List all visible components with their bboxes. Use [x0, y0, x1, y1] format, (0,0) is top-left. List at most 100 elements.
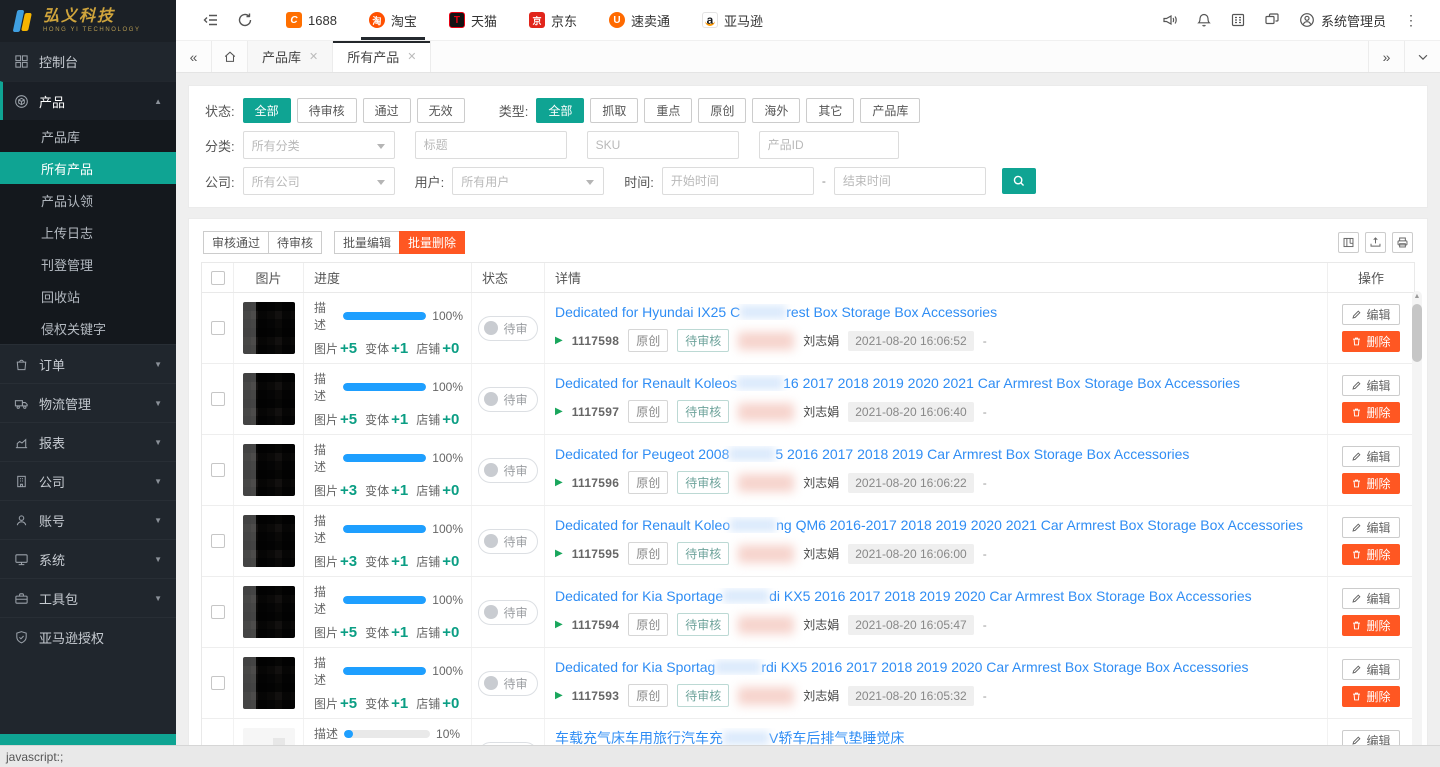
notification-bell-icon[interactable]: [1187, 0, 1221, 40]
type-filter-option[interactable]: 产品库: [860, 98, 920, 123]
expand-row-icon[interactable]: ▶: [555, 619, 563, 630]
product-title-link[interactable]: Dedicated for Kia Sportagedi KX5 2016 20…: [555, 588, 1317, 604]
delete-button[interactable]: 删除: [1342, 686, 1399, 707]
sidebar-subitem[interactable]: 产品库: [0, 120, 176, 152]
type-filter-option[interactable]: 抓取: [590, 98, 638, 123]
sidebar-subitem[interactable]: 所有产品: [0, 152, 176, 184]
status-filter-option[interactable]: 通过: [363, 98, 411, 123]
status-filter-option[interactable]: 待审核: [297, 98, 357, 123]
delete-button[interactable]: 删除: [1342, 402, 1399, 423]
category-select[interactable]: 所有分类: [243, 131, 395, 159]
start-time-input[interactable]: [662, 167, 814, 195]
edit-button[interactable]: 编辑: [1342, 446, 1399, 467]
edit-button[interactable]: 编辑: [1342, 304, 1399, 325]
type-filter-option[interactable]: 原创: [698, 98, 746, 123]
set-pending-button[interactable]: 待审核: [268, 231, 322, 254]
product-title-link[interactable]: Dedicated for Hyundai IX25 Crest Box Sto…: [555, 304, 1317, 320]
apps-grid-icon[interactable]: [1221, 0, 1255, 40]
expand-tabs-icon[interactable]: »: [1368, 41, 1404, 72]
table-scrollbar[interactable]: ▲: [1412, 291, 1422, 745]
edit-button[interactable]: 编辑: [1342, 375, 1399, 396]
print-icon[interactable]: [1392, 232, 1413, 253]
delete-button[interactable]: 删除: [1342, 615, 1399, 636]
end-time-input[interactable]: [834, 167, 986, 195]
product-image[interactable]: [243, 657, 295, 709]
sidebar-item-account[interactable]: 账号▼: [0, 500, 176, 539]
product-title-link[interactable]: Dedicated for Renault Koleos16 2017 2018…: [555, 375, 1317, 391]
edit-button[interactable]: 编辑: [1342, 659, 1399, 680]
sidebar-item-toolbox[interactable]: 工具包▼: [0, 578, 176, 617]
close-icon[interactable]: ✕: [407, 50, 416, 63]
user-menu[interactable]: 系统管理员: [1289, 11, 1396, 30]
sidebar-item-company[interactable]: 公司▼: [0, 461, 176, 500]
search-button[interactable]: [1002, 168, 1036, 194]
approve-button[interactable]: 审核通过: [203, 231, 269, 254]
sidebar-item-product[interactable]: 产品▲: [0, 81, 176, 120]
row-checkbox[interactable]: [211, 676, 225, 690]
row-checkbox[interactable]: [211, 534, 225, 548]
expand-row-icon[interactable]: ▶: [555, 406, 563, 417]
marketplace-tab-aliexpress[interactable]: U速卖通: [593, 0, 686, 40]
sidebar-item-order[interactable]: 订单▼: [0, 344, 176, 383]
expand-row-icon[interactable]: ▶: [555, 477, 563, 488]
sidebar-item-system[interactable]: 系统▼: [0, 539, 176, 578]
user-select[interactable]: 所有用户: [452, 167, 604, 195]
product-image[interactable]: [243, 373, 295, 425]
marketplace-tab-jd[interactable]: 京京东: [513, 0, 593, 40]
announcement-icon[interactable]: [1153, 0, 1187, 40]
product-image[interactable]: [243, 586, 295, 638]
marketplace-tab-tmall[interactable]: T天猫: [433, 0, 513, 40]
title-input[interactable]: [415, 131, 567, 159]
sidebar-subitem[interactable]: 产品认领: [0, 184, 176, 216]
status-filter-option[interactable]: 无效: [417, 98, 465, 123]
export-icon[interactable]: [1365, 232, 1386, 253]
close-icon[interactable]: ✕: [309, 50, 318, 63]
sidebar-subitem[interactable]: 侵权关键字: [0, 312, 176, 344]
expand-row-icon[interactable]: ▶: [555, 548, 563, 559]
collapse-tabs-icon[interactable]: «: [176, 41, 212, 72]
expand-row-icon[interactable]: ▶: [555, 335, 563, 346]
row-checkbox[interactable]: [211, 321, 225, 335]
multi-window-icon[interactable]: [1255, 0, 1289, 40]
type-filter-option[interactable]: 重点: [644, 98, 692, 123]
delete-button[interactable]: 删除: [1342, 544, 1399, 565]
row-checkbox[interactable]: [211, 392, 225, 406]
type-filter-option[interactable]: 其它: [806, 98, 854, 123]
edit-button[interactable]: 编辑: [1342, 730, 1399, 745]
product-title-link[interactable]: Dedicated for Peugeot 20085 2016 2017 20…: [555, 446, 1317, 462]
product-image[interactable]: [243, 302, 295, 354]
batch-edit-button[interactable]: 批量编辑: [334, 231, 400, 254]
sku-input[interactable]: [587, 131, 739, 159]
product-id-input[interactable]: [759, 131, 899, 159]
type-filter-option[interactable]: 海外: [752, 98, 800, 123]
page-tab[interactable]: 所有产品✕: [333, 41, 431, 72]
product-title-link[interactable]: Dedicated for Renault Koleong QM6 2016-2…: [555, 517, 1317, 533]
sidebar-subitem[interactable]: 上传日志: [0, 216, 176, 248]
sidebar-subitem[interactable]: 回收站: [0, 280, 176, 312]
expand-row-icon[interactable]: ▶: [555, 690, 563, 701]
edit-button[interactable]: 编辑: [1342, 588, 1399, 609]
company-select[interactable]: 所有公司: [243, 167, 395, 195]
sidebar-item-logistics[interactable]: 物流管理▼: [0, 383, 176, 422]
more-options-icon[interactable]: ⋮: [1396, 12, 1426, 29]
scrollbar-thumb[interactable]: [1412, 304, 1422, 362]
tab-menu-chevron-icon[interactable]: [1404, 41, 1440, 72]
row-checkbox[interactable]: [211, 463, 225, 477]
product-title-link[interactable]: Dedicated for Kia Sportagrdi KX5 2016 20…: [555, 659, 1317, 675]
refresh-icon[interactable]: [228, 0, 262, 40]
menu-toggle-icon[interactable]: [194, 0, 228, 40]
product-image[interactable]: [243, 728, 295, 745]
sidebar-item-report[interactable]: 报表▼: [0, 422, 176, 461]
delete-button[interactable]: 删除: [1342, 331, 1399, 352]
row-checkbox[interactable]: [211, 605, 225, 619]
home-tab-icon[interactable]: [212, 41, 248, 72]
scroll-up-icon[interactable]: ▲: [1412, 293, 1422, 300]
columns-settings-icon[interactable]: [1338, 232, 1359, 253]
marketplace-tab-amazon[interactable]: a亚马逊: [686, 0, 779, 40]
sidebar-subitem[interactable]: 刊登管理: [0, 248, 176, 280]
product-image[interactable]: [243, 515, 295, 567]
edit-button[interactable]: 编辑: [1342, 517, 1399, 538]
sidebar-item-amazon-auth[interactable]: 亚马逊授权: [0, 617, 176, 656]
marketplace-tab-taobao[interactable]: 淘淘宝: [353, 0, 433, 40]
page-tab[interactable]: 产品库✕: [248, 41, 333, 72]
